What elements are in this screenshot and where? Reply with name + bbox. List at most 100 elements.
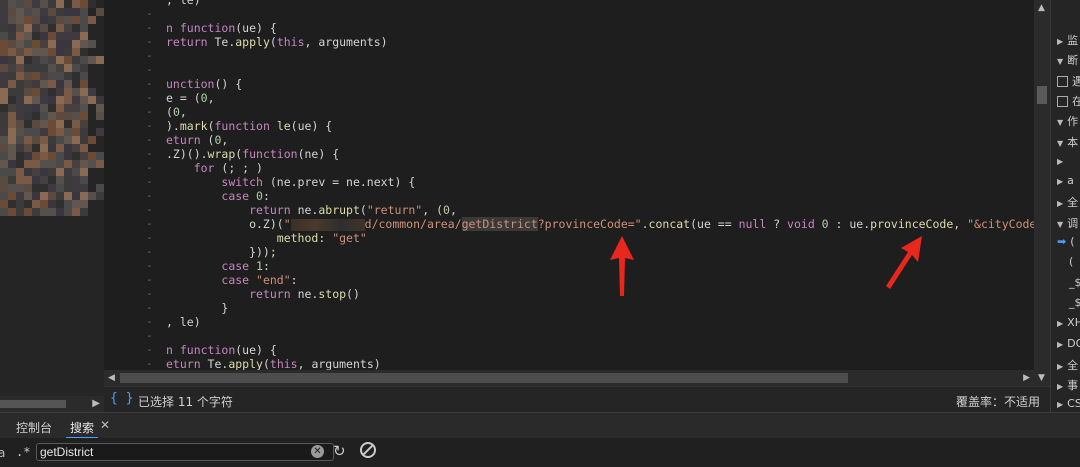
line-gutter-marker[interactable]: - bbox=[146, 203, 160, 217]
line-gutter-marker[interactable]: - bbox=[146, 357, 160, 370]
code-line[interactable]: } bbox=[166, 301, 228, 315]
cancel-search-icon[interactable] bbox=[360, 442, 376, 458]
collapsed-arrow-icon[interactable]: ▶ bbox=[1057, 400, 1063, 409]
expanded-arrow-icon[interactable]: ▼ bbox=[1057, 57, 1063, 66]
sidebar-item[interactable]: 在 bbox=[1057, 93, 1080, 109]
line-gutter-marker[interactable]: - bbox=[146, 133, 160, 147]
sidebar-item[interactable]: _$ bbox=[1069, 296, 1080, 309]
sidebar-item[interactable]: ▶ 监 bbox=[1057, 32, 1078, 48]
tab-console[interactable]: 控制台 bbox=[16, 419, 52, 436]
expanded-arrow-icon[interactable]: ▼ bbox=[1057, 118, 1063, 127]
scroll-left-icon[interactable]: ◀ bbox=[108, 370, 115, 386]
line-gutter-marker[interactable]: - bbox=[146, 35, 160, 49]
editor-vertical-scrollbar[interactable]: ▲ ▼ bbox=[1034, 0, 1050, 386]
collapsed-arrow-icon[interactable]: ▶ bbox=[1057, 177, 1063, 186]
sidebar-item[interactable]: ▶ DO bbox=[1057, 337, 1080, 350]
scroll-right-icon[interactable]: ▶ bbox=[1023, 370, 1030, 386]
line-gutter-marker[interactable]: - bbox=[146, 119, 160, 133]
editor-horizontal-scrollbar[interactable]: ◀ ▶ bbox=[104, 370, 1034, 386]
code-line[interactable]: for (; ; ) bbox=[166, 161, 263, 175]
line-gutter-marker[interactable]: - bbox=[146, 63, 160, 77]
code-line[interactable]: switch (ne.prev = ne.next) { bbox=[166, 175, 415, 189]
sidebar-item[interactable]: ▶ XH bbox=[1057, 316, 1080, 329]
match-case-icon[interactable]: a bbox=[0, 446, 5, 460]
line-gutter-marker[interactable]: - bbox=[146, 343, 160, 357]
line-gutter-marker[interactable]: - bbox=[146, 189, 160, 203]
line-gutter-marker[interactable]: - bbox=[146, 161, 160, 175]
code-line[interactable]: return ne.stop() bbox=[166, 287, 360, 301]
sidebar-item[interactable]: ▼ 本 bbox=[1057, 134, 1078, 150]
line-gutter-marker[interactable]: - bbox=[146, 49, 160, 63]
sidebar-item[interactable]: ▶ 全 bbox=[1057, 194, 1078, 210]
code-line[interactable]: case "end": bbox=[166, 273, 297, 287]
tab-search[interactable]: 搜索 bbox=[70, 419, 94, 436]
collapsed-arrow-icon[interactable]: ▶ bbox=[1057, 319, 1063, 328]
collapsed-arrow-icon[interactable]: ▶ bbox=[1057, 382, 1063, 391]
code-content[interactable]: , le) n function(ue) {return Te.apply(thi… bbox=[166, 0, 1034, 370]
sidebar-item[interactable]: ▶ a bbox=[1057, 174, 1074, 187]
pretty-print-icon[interactable]: { } bbox=[110, 391, 133, 406]
code-line[interactable]: n function(ue) { bbox=[166, 343, 277, 357]
code-line[interactable]: return ne.abrupt("return", (0, bbox=[166, 203, 457, 217]
sidebar-checkbox[interactable] bbox=[1057, 76, 1068, 88]
code-line[interactable]: , le) bbox=[166, 315, 201, 329]
line-gutter-marker[interactable]: - bbox=[146, 147, 160, 161]
code-line[interactable]: case 1: bbox=[166, 259, 270, 273]
regex-toggle-button[interactable]: .* bbox=[16, 445, 30, 459]
current-frame-icon[interactable]: ➡ bbox=[1057, 235, 1066, 248]
code-line[interactable]: ).mark(function le(ue) { bbox=[166, 119, 332, 133]
code-line[interactable]: })); bbox=[166, 245, 277, 259]
code-line[interactable]: , le) bbox=[166, 0, 201, 7]
clear-search-icon[interactable]: ✕ bbox=[311, 445, 324, 458]
sidebar-item[interactable]: ▶ 全 bbox=[1057, 357, 1078, 373]
refresh-icon[interactable]: ↻ bbox=[333, 442, 346, 460]
line-gutter-marker[interactable]: - bbox=[146, 287, 160, 301]
collapsed-arrow-icon[interactable]: ▶ bbox=[1057, 37, 1063, 46]
line-gutter-marker[interactable]: - bbox=[146, 301, 160, 315]
code-line[interactable]: eturn (0, bbox=[166, 133, 228, 147]
code-editor[interactable]: -------------------------- , le) n functi… bbox=[104, 0, 1034, 370]
line-gutter-marker[interactable]: - bbox=[146, 231, 160, 245]
line-gutter-marker[interactable]: - bbox=[146, 315, 160, 329]
sidebar-item[interactable]: ▼ 断 bbox=[1057, 52, 1078, 68]
code-line[interactable]: method: "get" bbox=[166, 231, 367, 245]
code-line[interactable]: e = (0, bbox=[166, 91, 215, 105]
navigator-horizontal-scrollbar[interactable]: ▶ bbox=[0, 396, 104, 412]
collapsed-arrow-icon[interactable]: ▶ bbox=[1057, 362, 1063, 371]
line-gutter-marker[interactable]: - bbox=[146, 259, 160, 273]
line-gutter-marker[interactable]: - bbox=[146, 175, 160, 189]
sidebar-item[interactable]: ▶ bbox=[1057, 154, 1067, 167]
sidebar-item[interactable]: ▼ 调 bbox=[1057, 215, 1078, 231]
line-gutter-marker[interactable]: - bbox=[146, 21, 160, 35]
code-line[interactable]: unction() { bbox=[166, 77, 242, 91]
collapsed-arrow-icon[interactable]: ▶ bbox=[1057, 157, 1063, 166]
expanded-arrow-icon[interactable]: ▼ bbox=[1057, 220, 1063, 229]
code-line[interactable]: (0, bbox=[166, 105, 187, 119]
search-input[interactable] bbox=[36, 443, 334, 461]
navigator-scroll-thumb[interactable] bbox=[0, 400, 66, 408]
navigator-scroll-right-icon[interactable]: ▶ bbox=[92, 396, 100, 412]
scroll-up-icon[interactable]: ▲ bbox=[1038, 0, 1045, 16]
line-gutter-marker[interactable]: - bbox=[146, 217, 160, 231]
sidebar-checkbox[interactable] bbox=[1057, 96, 1068, 108]
line-gutter-marker[interactable]: - bbox=[146, 77, 160, 91]
close-tab-icon[interactable]: ✕ bbox=[100, 418, 110, 432]
sidebar-item[interactable]: ( bbox=[1069, 255, 1073, 268]
sidebar-item[interactable]: _$ bbox=[1069, 276, 1080, 289]
sidebar-item[interactable]: ▼ 作 bbox=[1057, 113, 1078, 129]
scroll-down-icon[interactable]: ▼ bbox=[1038, 370, 1045, 386]
sidebar-item[interactable]: ▶ CS bbox=[1057, 397, 1080, 410]
code-line[interactable]: .Z)().wrap(function(ne) { bbox=[166, 147, 339, 161]
line-gutter-marker[interactable]: - bbox=[146, 329, 160, 343]
sidebar-item[interactable]: ➡( bbox=[1057, 235, 1075, 248]
code-line[interactable]: case 0: bbox=[166, 189, 270, 203]
collapsed-arrow-icon[interactable]: ▶ bbox=[1057, 199, 1063, 208]
expanded-arrow-icon[interactable]: ▼ bbox=[1057, 139, 1063, 148]
editor-scroll-thumb[interactable] bbox=[120, 373, 848, 383]
code-line[interactable]: n function(ue) { bbox=[166, 21, 277, 35]
sidebar-item[interactable]: 遇 bbox=[1057, 73, 1080, 89]
sidebar-item[interactable]: ▶ 事 bbox=[1057, 377, 1078, 393]
code-line[interactable]: return Te.apply(this, arguments) bbox=[166, 35, 388, 49]
line-gutter-marker[interactable]: - bbox=[146, 7, 160, 21]
code-line[interactable]: o.Z)(" d/common/area/getDistrict?province… bbox=[166, 217, 1034, 231]
